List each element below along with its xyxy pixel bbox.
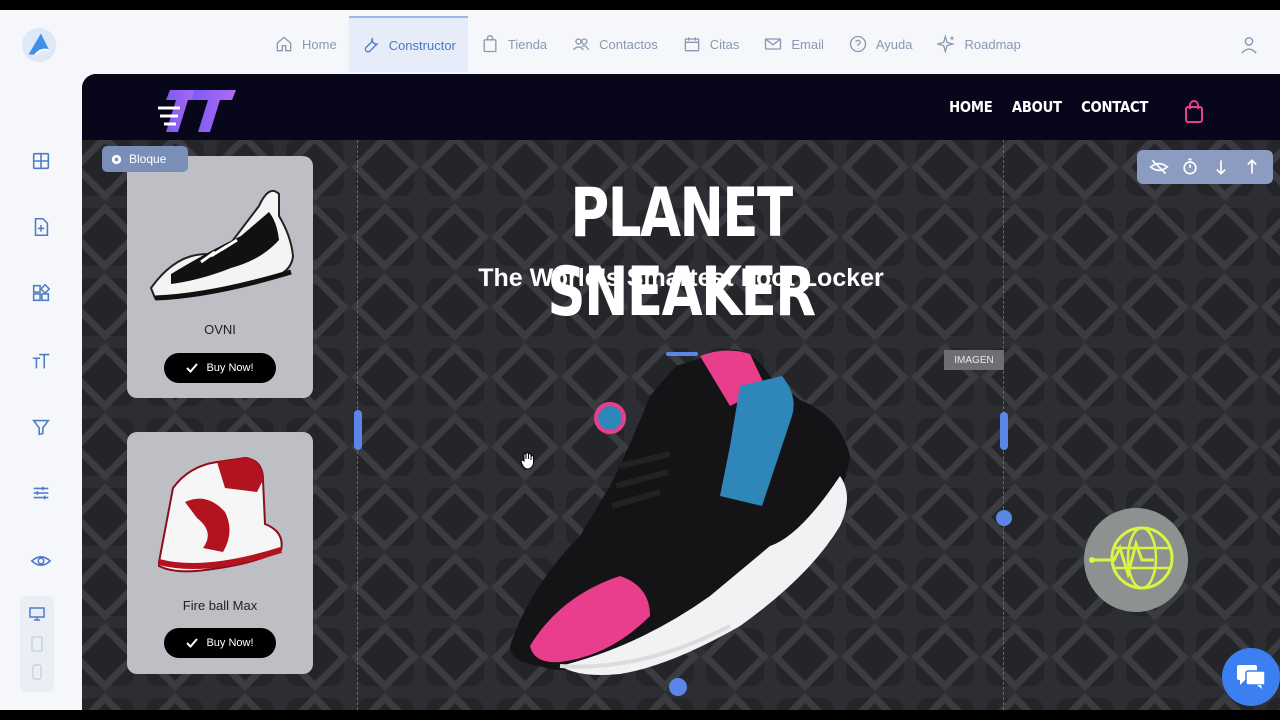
sliders-icon[interactable]	[30, 482, 52, 504]
nav-contactos[interactable]: Contactos	[559, 16, 670, 72]
editor-sidebar	[0, 74, 82, 710]
block-selection-badge[interactable]: Bloque	[102, 146, 188, 172]
help-icon	[849, 35, 867, 53]
globe-heartbeat-icon	[1089, 526, 1174, 590]
hide-eye-icon[interactable]	[1148, 157, 1169, 177]
right-resize-handle[interactable]	[1000, 412, 1008, 450]
left-resize-handle[interactable]	[354, 410, 362, 450]
fireball-sneaker-image	[158, 456, 283, 573]
width-drag-handle[interactable]	[996, 510, 1012, 526]
text-icon[interactable]	[30, 350, 52, 372]
nav-home-label: Home	[302, 36, 337, 52]
hero-title[interactable]: PLANET SNEAKER	[429, 174, 933, 332]
nav-email[interactable]: Email	[751, 16, 836, 72]
nav-roadmap-label: Roadmap	[964, 36, 1021, 52]
block-label: Bloque	[129, 152, 167, 166]
ovni-sneaker-image	[149, 190, 295, 301]
shopping-bag-icon[interactable]	[1184, 100, 1204, 124]
chat-support-button[interactable]	[1222, 648, 1280, 706]
user-profile-icon[interactable]	[1240, 36, 1258, 54]
check-icon	[186, 363, 199, 373]
move-down-icon[interactable]	[1211, 157, 1231, 177]
page-canvas[interactable]: HOME ABOUT CONTACT OVNI Buy Now! Fire ba…	[82, 74, 1280, 710]
site-navbar: HOME ABOUT CONTACT	[82, 74, 1280, 140]
filter-icon[interactable]	[30, 416, 52, 438]
nav-ayuda[interactable]: Ayuda	[836, 16, 925, 72]
home-icon	[276, 36, 292, 52]
buy-now-button[interactable]: Buy Now!	[164, 353, 276, 383]
site-logo[interactable]	[156, 86, 240, 138]
product-card-fireball[interactable]: Fire ball Max Buy Now!	[127, 432, 313, 674]
desktop-icon[interactable]	[29, 606, 45, 622]
wrench-icon	[364, 37, 379, 53]
site-nav-links: HOME ABOUT CONTACT	[949, 74, 1148, 140]
nav-citas-label: Citas	[709, 36, 740, 52]
sparkle-icon	[936, 34, 955, 54]
bag-icon	[483, 35, 497, 53]
app-window: Home Constructor Tienda Contactos Citas …	[0, 10, 1280, 710]
main-nav: Home Constructor Tienda Contactos Citas …	[262, 16, 1033, 72]
buy-now-label: Buy Now!	[206, 637, 254, 649]
eye-icon[interactable]	[30, 550, 52, 572]
product-card-ovni[interactable]: OVNI Buy Now!	[127, 156, 313, 398]
chat-icon	[1237, 665, 1266, 689]
nav-home[interactable]: Home	[262, 16, 349, 72]
device-switcher	[20, 596, 54, 692]
buy-now-button[interactable]: Buy Now!	[164, 628, 276, 658]
calendar-icon	[684, 37, 700, 52]
tablet-icon[interactable]	[31, 636, 43, 652]
hero-sneaker-image[interactable]	[500, 336, 856, 682]
move-up-icon[interactable]	[1242, 157, 1262, 177]
nav-constructor-label: Constructor	[388, 37, 456, 53]
users-icon	[573, 38, 590, 51]
site-nav-home[interactable]: HOME	[949, 98, 993, 116]
nav-tienda[interactable]: Tienda	[468, 16, 559, 72]
layers-icon[interactable]	[30, 150, 52, 172]
nav-tienda-label: Tienda	[507, 36, 548, 52]
nav-roadmap[interactable]: Roadmap	[925, 16, 1033, 72]
hand-cursor-icon	[520, 452, 534, 470]
product-name: OVNI	[204, 322, 236, 337]
nav-constructor[interactable]: Constructor	[348, 16, 468, 72]
nav-email-label: Email	[791, 36, 824, 52]
add-page-icon[interactable]	[30, 216, 52, 238]
timer-icon[interactable]	[1180, 157, 1200, 177]
nav-ayuda-label: Ayuda	[875, 36, 913, 52]
nav-contactos-label: Contactos	[599, 36, 658, 52]
check-icon	[186, 638, 199, 648]
nav-citas[interactable]: Citas	[670, 16, 752, 72]
product-name: Fire ball Max	[182, 598, 258, 613]
mobile-icon[interactable]	[32, 664, 42, 680]
site-nav-contact[interactable]: CONTACT	[1081, 98, 1148, 116]
buy-now-label: Buy Now!	[206, 362, 254, 374]
top-bar: Home Constructor Tienda Contactos Citas …	[0, 10, 1280, 74]
app-logo-icon[interactable]	[20, 26, 58, 64]
globe-widget[interactable]	[1084, 508, 1188, 612]
mail-icon	[765, 38, 782, 50]
widgets-icon[interactable]	[30, 282, 52, 304]
image-element-tag[interactable]: IMAGEN	[944, 350, 1004, 370]
site-nav-about[interactable]: ABOUT	[1012, 98, 1062, 116]
element-toolbar	[1137, 150, 1273, 184]
hero-subtitle[interactable]: The World's Smartest Foot Locker	[358, 264, 1004, 293]
gear-icon	[111, 154, 122, 164]
